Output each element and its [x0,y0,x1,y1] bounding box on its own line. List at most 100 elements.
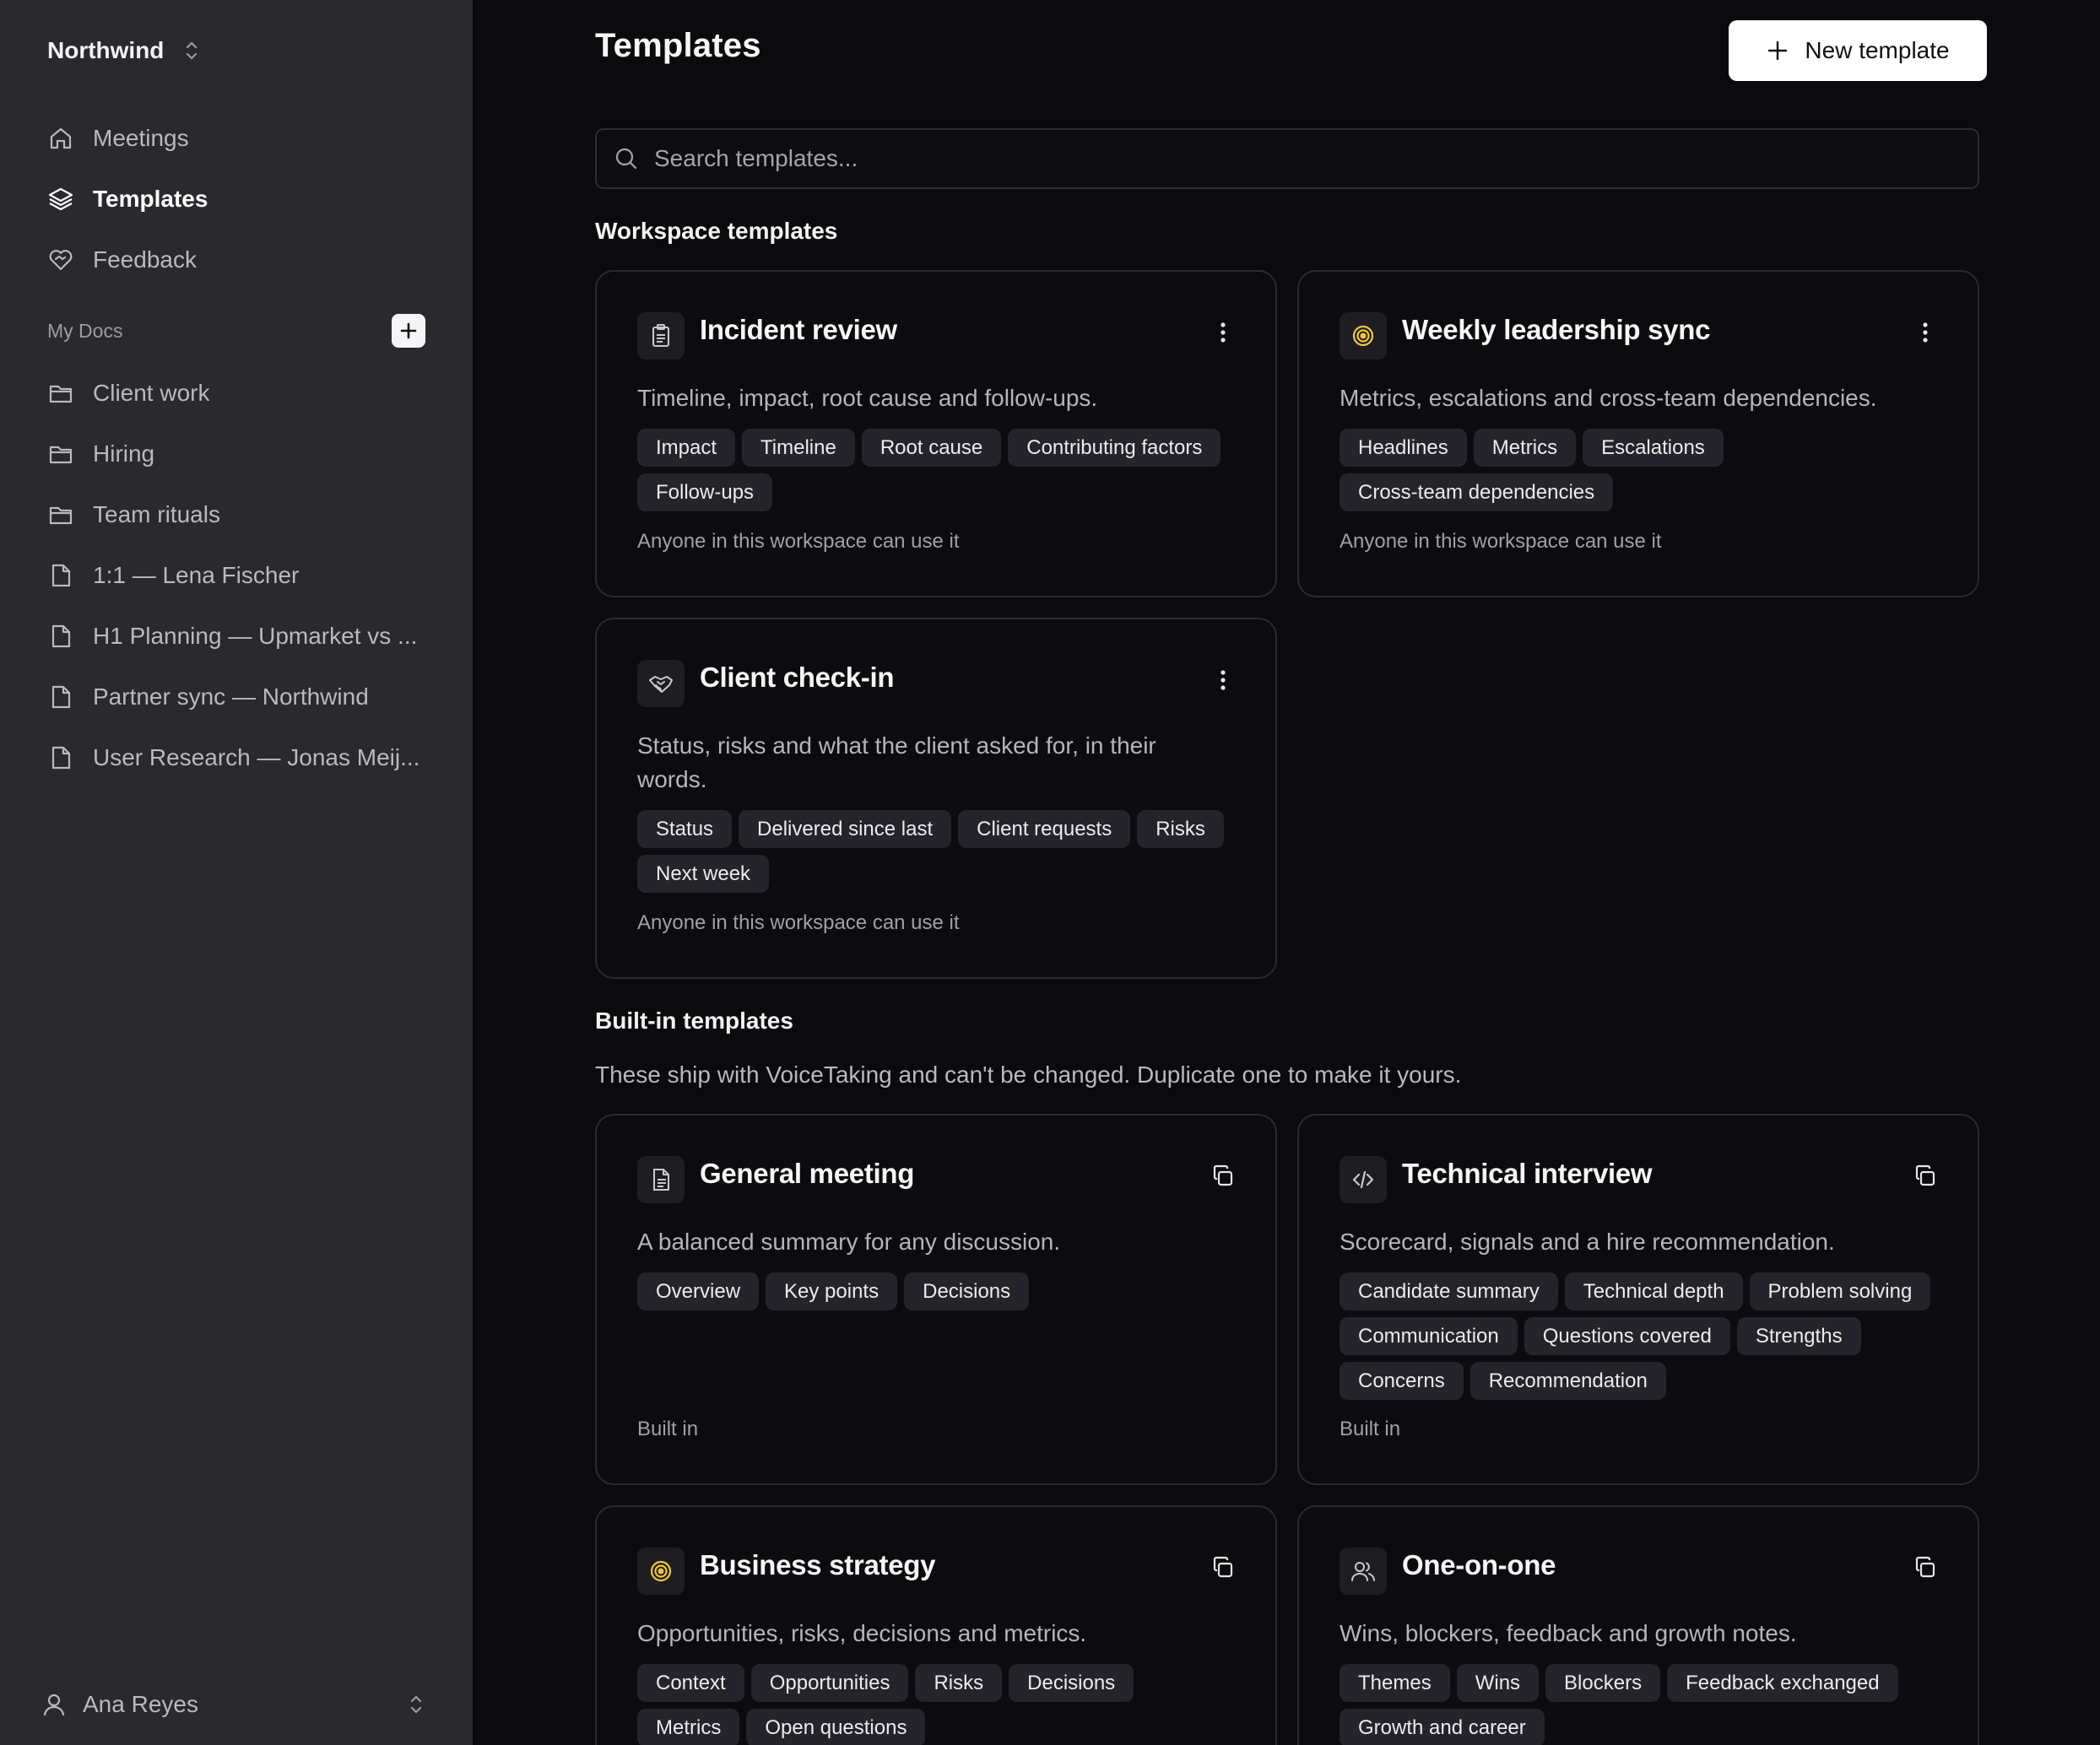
doc-item-client-work[interactable]: Client work [30,363,442,424]
doc-item-team-rituals[interactable]: Team rituals [30,484,442,545]
template-description: A balanced summary for any discussion. [637,1229,1061,1255]
template-card-technical-interview[interactable]: Technical interview Scorecard, signals a… [1297,1114,1979,1485]
template-icon-box [1340,1156,1387,1203]
tag: Metrics [1473,429,1577,467]
nav-item-feedback[interactable]: Feedback [30,230,442,290]
doc-item-label: Partner sync — Northwind [93,683,369,710]
folder-icon [49,385,73,403]
more-options-button[interactable] [1908,316,1942,349]
tag: Concerns [1340,1362,1464,1400]
nav-item-templates[interactable]: Templates [30,169,442,230]
tag: Questions covered [1524,1317,1730,1355]
template-description: Status, risks and what the client asked … [637,732,1156,792]
built-in-templates-subtext: These ship with VoiceTaking and can't be… [595,1062,1462,1088]
search-bar [595,128,1979,189]
template-card-weekly-leadership-sync[interactable]: Weekly leadership sync Metrics, escalati… [1297,270,1979,597]
doc-item-hiring[interactable]: Hiring [30,424,442,484]
template-icon-box [637,312,685,359]
doc-item-label: Hiring [93,440,155,467]
template-tags: Status Delivered since last Client reque… [637,810,1235,893]
new-template-button[interactable]: New template [1729,20,1987,81]
duplicate-button[interactable] [1908,1551,1942,1585]
template-icon-box [637,1548,685,1595]
template-icon-box [637,660,685,707]
tag: Open questions [746,1709,926,1745]
folder-icon [49,446,73,464]
template-title: Client check-in [700,662,895,693]
template-tags: Overview Key points Decisions [637,1272,1235,1310]
duplicate-button[interactable] [1908,1159,1942,1193]
template-description: Scorecard, signals and a hire recommenda… [1340,1229,1835,1255]
tag: Status [637,810,733,848]
doc-item-partner-sync[interactable]: Partner sync — Northwind [30,667,442,727]
layers-icon [48,187,73,211]
tag: Decisions [904,1272,1030,1310]
tag: Follow-ups [637,473,773,511]
plus-icon [1768,41,1788,61]
nav-item-label: Feedback [93,246,197,273]
doc-item-label: Team rituals [93,501,220,527]
tag: Context [637,1664,744,1702]
duplicate-button[interactable] [1206,1551,1240,1585]
copy-icon [1213,1556,1233,1578]
doc-item-user-research[interactable]: User Research — Jonas Meij... [30,727,442,788]
doc-item-h1-planning[interactable]: H1 Planning — Upmarket vs ... [30,606,442,667]
template-tags: Candidate summary Technical depth Proble… [1340,1272,1937,1400]
tag: Wins [1456,1664,1540,1702]
template-tags: Context Opportunities Risks Decisions Me… [637,1664,1235,1745]
template-icon-box [637,1156,685,1203]
user-name: Ana Reyes [83,1691,198,1717]
tag: Escalations [1583,429,1724,467]
chevrons-up-down-icon [410,1695,422,1714]
tag: Overview [637,1272,760,1310]
template-card-one-on-one[interactable]: One-on-one Wins, blockers, feedback and … [1297,1505,1979,1745]
add-doc-button[interactable] [392,314,425,348]
template-title: Business strategy [700,1549,936,1580]
template-card-client-check-in[interactable]: Client check-in Status, risks and what t… [595,618,1277,979]
code-icon [1352,1170,1374,1189]
target-icon [650,1560,672,1582]
copy-icon [1213,1164,1233,1186]
doc-item-lena-fischer[interactable]: 1:1 — Lena Fischer [30,545,442,606]
tag: Metrics [637,1709,740,1745]
template-title: Weekly leadership sync [1402,314,1711,345]
nav-item-meetings[interactable]: Meetings [30,108,442,169]
more-options-button[interactable] [1206,663,1240,697]
more-options-button[interactable] [1206,316,1240,349]
workspace-switcher[interactable]: Northwind [47,30,201,71]
tag: Feedback exchanged [1667,1664,1898,1702]
app-root: Northwind Meetings Templates Feedback My… [0,0,2100,1745]
file-icon [51,564,71,587]
sidebar: Northwind Meetings Templates Feedback My… [0,0,473,1745]
workspace-name: Northwind [47,37,165,63]
template-tags: Headlines Metrics Escalations Cross-team… [1340,429,1937,511]
template-title: Technical interview [1402,1158,1653,1189]
primary-nav: Meetings Templates Feedback [30,108,442,290]
doc-item-label: 1:1 — Lena Fischer [93,562,300,588]
template-card-general-meeting[interactable]: General meeting A balanced summary for a… [595,1114,1277,1485]
copy-icon [1915,1164,1935,1186]
template-title: One-on-one [1402,1549,1556,1580]
user-icon [43,1694,65,1716]
template-description: Timeline, impact, root cause and follow-… [637,385,1098,411]
folder-icon [49,506,73,525]
tag: Recommendation [1469,1362,1666,1400]
tag: Timeline [742,429,855,467]
template-title: Incident review [700,314,897,345]
template-card-incident-review[interactable]: Incident review Timeline, impact, root c… [595,270,1277,597]
main-content: Templates New template Workspace templat… [473,0,2100,1745]
user-menu[interactable]: Ana Reyes [41,1681,425,1728]
tag: Cross-team dependencies [1340,473,1614,511]
template-card-business-strategy[interactable]: Business strategy Opportunities, risks, … [595,1505,1277,1745]
template-icon-box [1340,1548,1387,1595]
template-tags: Impact Timeline Root cause Contributing … [637,429,1235,511]
nav-item-label: Meetings [93,125,189,151]
file-icon [51,746,71,770]
more-vertical-icon [1220,322,1226,343]
tag: Growth and career [1340,1709,1545,1745]
more-vertical-icon [1923,322,1928,343]
search-input[interactable] [654,145,1978,172]
built-in-templates-heading: Built-in templates [595,1008,793,1034]
duplicate-button[interactable] [1206,1159,1240,1193]
tag: Decisions [1009,1664,1134,1702]
